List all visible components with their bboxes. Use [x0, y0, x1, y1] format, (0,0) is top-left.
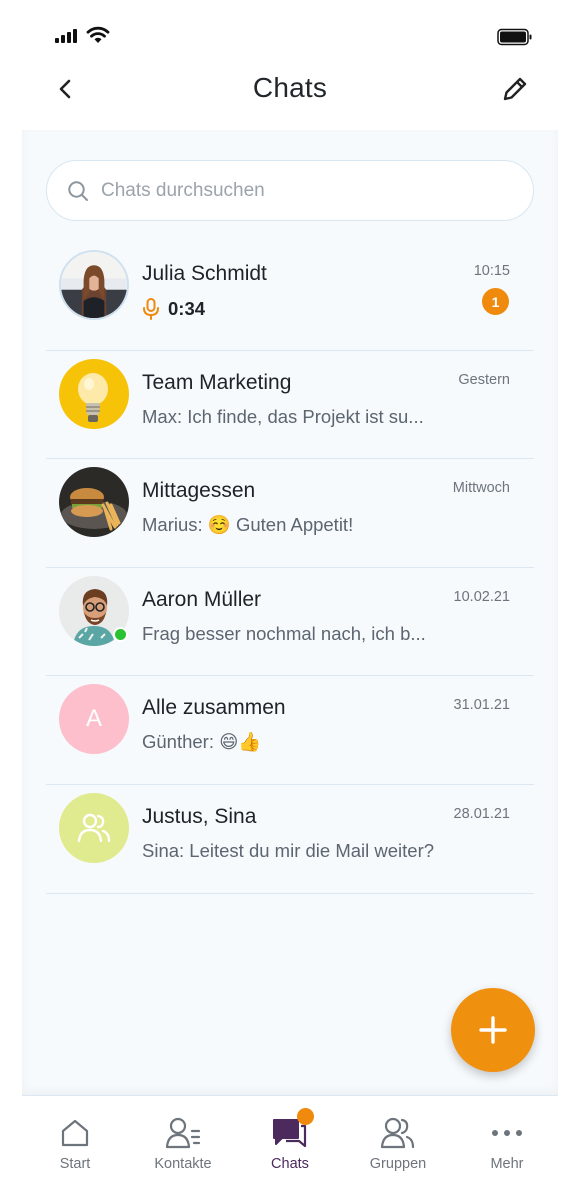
tab-chats[interactable]: Chats: [245, 1108, 335, 1172]
signal-icon: [55, 29, 77, 43]
contacts-icon: [165, 1117, 201, 1149]
plus-icon: [479, 1016, 507, 1044]
chat-name: Alle zusammen: [142, 696, 286, 720]
wifi-icon: [86, 26, 110, 49]
chat-name: Julia Schmidt: [142, 262, 267, 285]
navigation-bar: Chats: [0, 60, 580, 130]
avatar: [59, 792, 129, 863]
chat-time: Gestern: [458, 371, 510, 388]
status-bar: [0, 0, 580, 60]
search-input[interactable]: [101, 179, 501, 202]
tab-label: Mehr: [490, 1156, 524, 1172]
chat-time: 10.02.21: [453, 588, 510, 605]
tab-label: Start: [59, 1156, 91, 1172]
avatar-letter: A: [85, 705, 102, 733]
tab-label: Gruppen: [369, 1156, 427, 1172]
avatar: [59, 467, 129, 538]
chat-list: Julia Schmidt 0:34 10:15 1 Team Marketin…: [46, 242, 534, 894]
tab-label: Chats: [271, 1156, 309, 1172]
new-chat-button[interactable]: [451, 988, 535, 1072]
chat-preview: Günther: 😄👍: [142, 731, 262, 753]
chat-time: Mittwoch: [452, 480, 510, 497]
tab-start[interactable]: Start: [30, 1114, 120, 1172]
page-title: Chats: [252, 72, 328, 103]
avatar: [59, 358, 129, 429]
chat-name: Team Marketing: [142, 370, 292, 394]
chat-name: Aaron Müller: [142, 587, 262, 611]
unread-badge: 1: [482, 288, 509, 315]
tab-kontakte[interactable]: Kontakte: [138, 1114, 228, 1172]
tab-label: Kontakte: [154, 1156, 212, 1172]
microphone-icon: [143, 298, 159, 320]
online-status-dot: [113, 626, 128, 642]
chat-preview: Marius: ☺️ Guten Appetit!: [142, 514, 354, 536]
voice-message-preview: 0:34: [142, 297, 205, 321]
pencil-icon: [503, 77, 527, 101]
chat-name: Mittagessen: [142, 479, 256, 503]
group-icon: [77, 813, 111, 843]
chat-name: Justus, Sina: [142, 804, 257, 828]
avatar: [59, 250, 129, 320]
tab-mehr[interactable]: Mehr: [462, 1114, 552, 1172]
chat-item-alle-zusammen[interactable]: A Alle zusammen Günther: 😄👍 31.01.21: [46, 676, 534, 785]
chat-item-team-marketing[interactable]: Team Marketing Max: Ich finde, das Proje…: [46, 351, 534, 460]
chat-time: 28.01.21: [453, 805, 510, 822]
chat-item-aaron-mueller[interactable]: Aaron Müller Frag besser nochmal nach, i…: [46, 568, 534, 677]
chat-time: 10:15: [473, 263, 510, 279]
chat-item-mittagessen[interactable]: Mittagessen Marius: ☺️ Guten Appetit! Mi…: [46, 459, 534, 568]
chat-preview: Max: Ich finde, das Projekt ist su...: [142, 405, 424, 427]
tab-gruppen[interactable]: Gruppen: [353, 1114, 443, 1172]
groups-icon: [380, 1117, 415, 1149]
voice-duration: 0:34: [168, 298, 206, 319]
home-icon: [61, 1119, 89, 1147]
search-icon: [68, 180, 88, 201]
chat-screen: Julia Schmidt 0:34 10:15 1 Team Marke: [22, 130, 558, 1095]
chat-item-justus-sina[interactable]: Justus, Sina Sina: Leitest du mir die Ma…: [46, 785, 534, 894]
bottom-tab-bar: Start Kontakte Chats Gruppen Mehr: [22, 1095, 558, 1200]
chat-preview: Frag besser nochmal nach, ich b...: [142, 622, 426, 644]
more-icon: [492, 1130, 522, 1136]
chat-preview: Sina: Leitest du mir die Mail weiter?: [142, 839, 435, 861]
compose-button[interactable]: [498, 72, 532, 106]
search-bar[interactable]: [46, 160, 534, 221]
chat-time: 31.01.21: [453, 697, 510, 714]
chat-item-julia-schmidt[interactable]: Julia Schmidt 0:34 10:15 1: [46, 242, 534, 351]
notification-dot: [297, 1108, 314, 1125]
avatar: A: [59, 684, 129, 755]
battery-icon: [497, 28, 533, 51]
